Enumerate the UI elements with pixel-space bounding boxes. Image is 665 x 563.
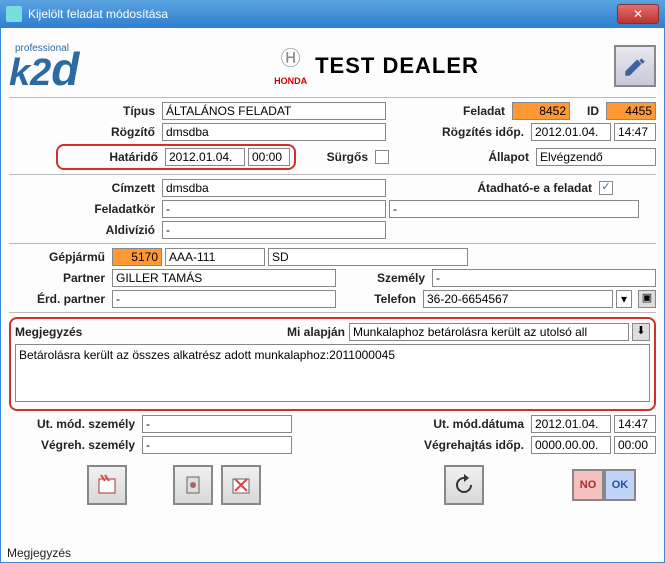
- field-rogz-date[interactable]: 2012.01.04.: [531, 123, 611, 141]
- action-button-3[interactable]: [221, 465, 261, 505]
- field-ut-mod-szemely[interactable]: -: [142, 415, 292, 433]
- notes-section: Megjegyzés Mi alapján Munkalaphoz betáro…: [9, 317, 656, 411]
- checkbox-surgos[interactable]: [375, 150, 389, 164]
- field-feladatkor1[interactable]: -: [162, 200, 386, 218]
- label-hatarido: Határidő: [62, 150, 162, 164]
- field-feladat-id[interactable]: 8452: [512, 102, 570, 120]
- action-button-2[interactable]: [173, 465, 213, 505]
- label-vegreh-idop: Végrehajtás időp.: [398, 438, 528, 452]
- mi-alapjan-action[interactable]: ⬇: [632, 323, 650, 341]
- field-gepjarmu-extra[interactable]: SD: [268, 248, 468, 266]
- field-aldivizio[interactable]: -: [162, 221, 386, 239]
- field-tipus[interactable]: ÁLTALÁNOS FELADAT: [162, 102, 386, 120]
- field-mi-alapjan[interactable]: Munkalaphoz betárolásra került az utolsó…: [349, 323, 629, 341]
- field-vegreh-szemely[interactable]: -: [142, 436, 292, 454]
- field-feladatkor2[interactable]: -: [389, 200, 639, 218]
- app-icon: [6, 6, 22, 22]
- deadline-highlight: Határidő 2012.01.04. 00:00: [56, 144, 296, 170]
- label-surgos: Sürgős: [322, 150, 372, 164]
- label-ut-mod-datuma: Ut. mód.dátuma: [418, 417, 528, 431]
- label-rogzito: Rögzítő: [9, 125, 159, 139]
- checkbox-athadhato[interactable]: [599, 181, 613, 195]
- no-button[interactable]: NO: [572, 469, 604, 501]
- label-vegreh-szemely: Végreh. személy: [9, 438, 139, 452]
- brand-logo: Ⓗ HONDA: [274, 42, 307, 89]
- field-hatar-date[interactable]: 2012.01.04.: [165, 148, 245, 166]
- telefon-dropdown[interactable]: ▾: [616, 290, 632, 308]
- action-button-1[interactable]: [87, 465, 127, 505]
- label-szemely: Személy: [369, 271, 429, 285]
- label-telefon: Telefon: [360, 292, 420, 306]
- field-rogzito[interactable]: dmsdba: [162, 123, 386, 141]
- notes-textarea[interactable]: [15, 344, 650, 402]
- ok-button[interactable]: OK: [604, 469, 636, 501]
- refresh-button[interactable]: [444, 465, 484, 505]
- field-hatar-time[interactable]: 00:00: [248, 148, 290, 166]
- window-title: Kijelölt feladat módosítása: [28, 7, 617, 21]
- button-bar: NO OK: [9, 457, 656, 509]
- field-gepjarmu-id[interactable]: 5170: [112, 248, 162, 266]
- label-megjegyzes: Megjegyzés: [15, 325, 105, 339]
- field-vegreh-time[interactable]: 00:00: [614, 436, 656, 454]
- field-ut-mod-date[interactable]: 2012.01.04.: [531, 415, 611, 433]
- field-ut-mod-time[interactable]: 14:47: [614, 415, 656, 433]
- field-id[interactable]: 4455: [606, 102, 656, 120]
- status-bar: Megjegyzés: [7, 546, 71, 560]
- edit-button[interactable]: [614, 45, 656, 87]
- field-partner[interactable]: GILLER TAMÁS: [112, 269, 336, 287]
- label-mi-alapjan: Mi alapján: [279, 325, 349, 339]
- label-allapot: Állapot: [473, 150, 533, 164]
- app-logo: professional k2d: [9, 43, 139, 88]
- label-ut-mod-szemely: Ut. mód. személy: [9, 417, 139, 431]
- label-feladat: Feladat: [449, 104, 509, 118]
- field-szemely[interactable]: -: [432, 269, 656, 287]
- title-bar: Kijelölt feladat módosítása ✕: [0, 0, 665, 28]
- header: professional k2d Ⓗ HONDA TEST DEALER: [9, 34, 656, 98]
- label-partner: Partner: [9, 271, 109, 285]
- field-erd-partner[interactable]: -: [112, 290, 336, 308]
- field-telefon[interactable]: 36-20-6654567: [423, 290, 613, 308]
- label-erd-partner: Érd. partner: [9, 292, 109, 306]
- label-feladatkor: Feladatkör: [9, 202, 159, 216]
- label-athadhato: Átadható-e a feladat: [456, 181, 596, 195]
- label-cimzett: Címzett: [9, 181, 159, 195]
- field-rogz-time[interactable]: 14:47: [614, 123, 656, 141]
- label-rogz-idop: Rögzítés időp.: [430, 125, 528, 139]
- telefon-action[interactable]: ▣: [638, 290, 656, 308]
- label-gepjarmu: Gépjármű: [9, 250, 109, 264]
- label-id: ID: [573, 104, 603, 118]
- label-aldivizio: Aldivízió: [9, 223, 159, 237]
- dealer-name: TEST DEALER: [315, 53, 479, 79]
- field-vegreh-date[interactable]: 0000.00.00.: [531, 436, 611, 454]
- field-gepjarmu-plate[interactable]: AAA-111: [165, 248, 265, 266]
- label-tipus: Típus: [9, 104, 159, 118]
- close-button[interactable]: ✕: [617, 4, 659, 24]
- field-allapot[interactable]: Elvégzendő: [536, 148, 656, 166]
- field-cimzett[interactable]: dmsdba: [162, 179, 386, 197]
